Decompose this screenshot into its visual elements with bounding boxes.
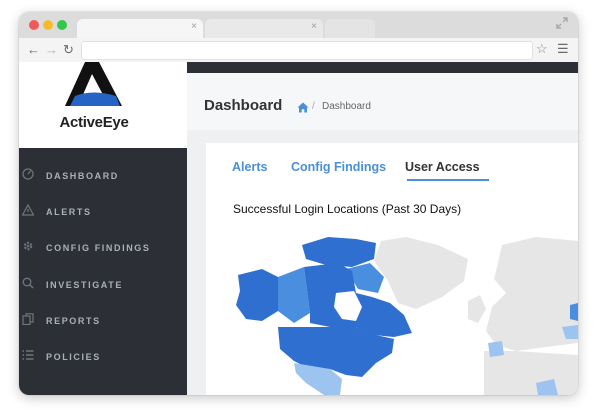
- active-tab-indicator: [407, 179, 489, 181]
- close-window-button[interactable]: [29, 20, 39, 30]
- sidebar-item-label: ALERTS: [46, 207, 92, 217]
- map-region-alaska: [236, 269, 278, 321]
- sidebar-item-dashboard[interactable]: DASHBOARD: [19, 165, 187, 189]
- user-access-card: Alerts Config Findings User Access Succe…: [206, 143, 578, 395]
- close-tab-icon[interactable]: ×: [191, 21, 197, 32]
- forward-icon[interactable]: →: [45, 42, 58, 57]
- sidebar-item-label: INVESTIGATE: [46, 280, 123, 290]
- map-region-europe-highlight-1: [570, 303, 578, 321]
- tab-config-findings[interactable]: Config Findings: [291, 160, 386, 174]
- address-bar: ← → ↻ ☆ ☰: [19, 38, 578, 63]
- browser-window: × × ← → ↻ ☆ ☰ ActiveEye DASHBOARD ALERTS…: [19, 12, 578, 395]
- sidebar-item-label: CONFIG FINDINGS: [46, 243, 151, 253]
- map-region-greenland: [374, 237, 468, 309]
- sidebar-item-label: DASHBOARD: [46, 171, 119, 181]
- map-region-europe: [486, 237, 578, 351]
- map-region-uk: [468, 295, 486, 323]
- back-icon[interactable]: ←: [27, 42, 40, 57]
- logo-icon: [65, 62, 122, 106]
- map-region-africa: [484, 351, 578, 395]
- minimize-window-button[interactable]: [43, 20, 53, 30]
- home-icon[interactable]: [297, 100, 309, 118]
- gear-icon: [22, 240, 36, 254]
- maximize-window-button[interactable]: [57, 20, 67, 30]
- sidebar-item-config-findings[interactable]: CONFIG FINDINGS: [19, 237, 187, 261]
- breadcrumb-current: Dashboard: [322, 101, 371, 112]
- reload-icon[interactable]: ↻: [63, 42, 74, 58]
- page-title: Dashboard: [204, 97, 283, 114]
- sidebar-item-investigate[interactable]: INVESTIGATE: [19, 274, 187, 298]
- documents-icon: [22, 313, 36, 327]
- logo-area[interactable]: ActiveEye: [19, 62, 187, 148]
- browser-menu-icon[interactable]: ☰: [557, 41, 569, 57]
- sidebar-item-alerts[interactable]: ALERTS: [19, 201, 187, 225]
- url-input[interactable]: [81, 41, 533, 60]
- breadcrumb-separator: /: [312, 101, 315, 112]
- login-locations-map[interactable]: [206, 223, 578, 395]
- sidebar-item-policies[interactable]: POLICIES: [19, 346, 187, 370]
- map-region-arctic-islands: [302, 237, 376, 267]
- browser-tab[interactable]: ×: [77, 19, 203, 38]
- browser-tab[interactable]: ×: [205, 19, 323, 38]
- expand-icon[interactable]: [556, 17, 568, 32]
- browser-tab-bar: × ×: [19, 12, 578, 38]
- top-navbar: [187, 62, 578, 73]
- close-tab-icon[interactable]: ×: [311, 21, 317, 32]
- list-icon: [22, 349, 36, 363]
- brand-name: ActiveEye: [59, 114, 129, 131]
- map-region-iberia-highlight: [488, 341, 504, 357]
- tab-alerts[interactable]: Alerts: [232, 160, 267, 174]
- sidebar-item-label: REPORTS: [46, 316, 101, 326]
- page-header: Dashboard / Dashboard: [187, 73, 578, 130]
- dashboard-icon: [22, 168, 36, 182]
- tab-user-access[interactable]: User Access: [405, 160, 480, 174]
- search-icon: [22, 277, 36, 291]
- bookmark-star-icon[interactable]: ☆: [536, 41, 548, 57]
- map-title: Successful Login Locations (Past 30 Days…: [233, 202, 462, 216]
- sidebar-item-label: POLICIES: [46, 352, 101, 362]
- warning-icon: [21, 203, 36, 218]
- sidebar: DASHBOARD ALERTS CONFIG FINDINGS INVESTI…: [19, 148, 187, 395]
- new-tab-button[interactable]: [325, 19, 375, 38]
- sidebar-item-reports[interactable]: REPORTS: [19, 310, 187, 334]
